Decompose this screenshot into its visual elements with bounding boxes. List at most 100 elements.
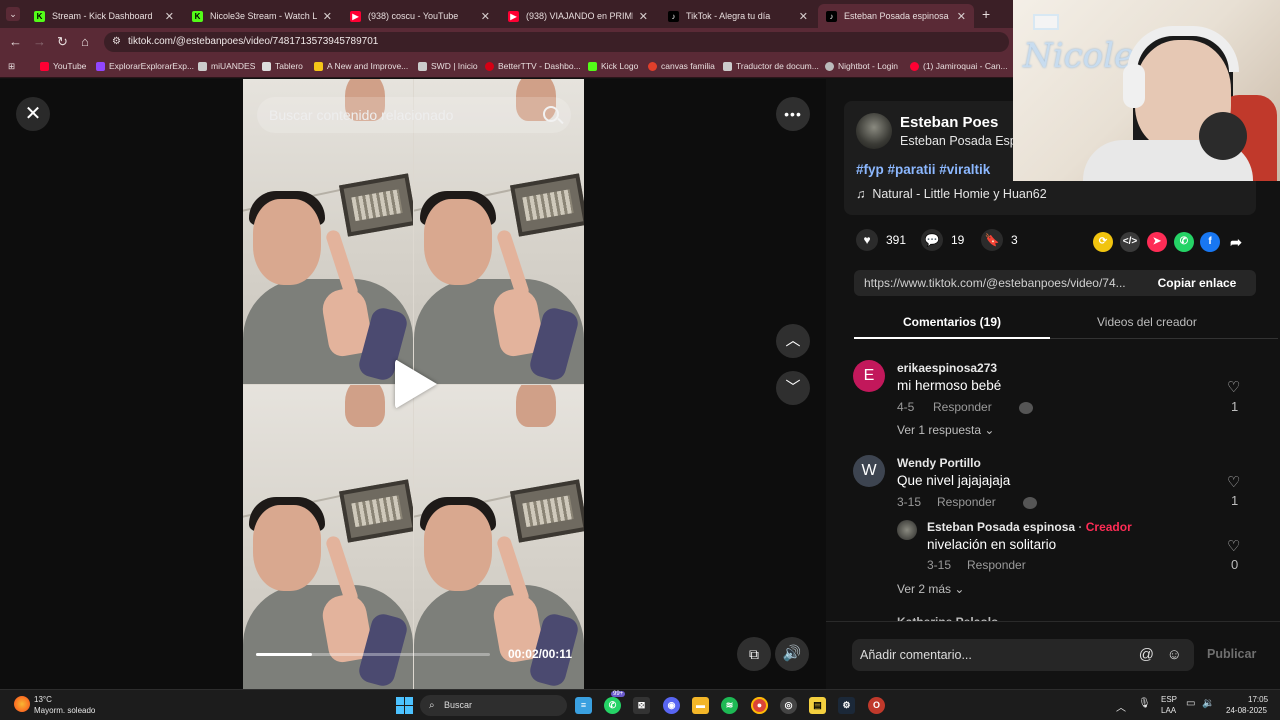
reload-icon[interactable]: ↻ [57, 34, 68, 50]
reply-button[interactable]: Responder [933, 400, 992, 414]
bookmark-swd[interactable]: SWD | Inicio [418, 61, 478, 71]
volume-icon[interactable]: 🔉 [1202, 698, 1214, 709]
language-code[interactable]: ESP [1161, 695, 1177, 704]
commenter-avatar[interactable]: W [853, 455, 885, 487]
discord-icon[interactable]: ◉ [663, 697, 680, 714]
reply-button[interactable]: Responder [967, 558, 1026, 572]
whatsapp-icon[interactable]: ✆ [604, 697, 621, 714]
clock-time[interactable]: 17:05 [1248, 695, 1268, 704]
clock-date[interactable]: 24-08-2025 [1226, 706, 1267, 715]
comment-username[interactable]: erikaespinosa273 [897, 361, 997, 375]
more-options-icon[interactable]: ••• [776, 97, 810, 131]
video-player[interactable]: Buscar contenido relacionado 00:02/00:11 [243, 79, 584, 689]
tab-tiktok-video[interactable]: ♪ Esteban Posada espinosa (@✕ [818, 4, 974, 28]
taskbar-search[interactable]: ⌕ Buscar [420, 695, 567, 716]
emoji-icon[interactable]: ☺ [1167, 639, 1182, 671]
reply-username[interactable]: Esteban Posada espinosa · Creador [927, 520, 1132, 534]
site-info-icon[interactable]: ⚙ [112, 32, 121, 52]
comment-username[interactable]: Wendy Portillo [897, 456, 981, 470]
mention-icon[interactable]: @ [1139, 639, 1154, 671]
tab-nicole-stream[interactable]: K Nicole3e Stream - Watch Live o✕ [184, 4, 340, 28]
tab-search-icon[interactable]: ⌄ [6, 7, 20, 21]
close-tab-icon[interactable]: ✕ [165, 10, 174, 23]
close-icon[interactable]: ✕ [16, 97, 50, 131]
bookmark-miuandes[interactable]: miUANDES [198, 61, 255, 71]
facebook-icon[interactable]: f [1200, 232, 1220, 252]
new-tab-button[interactable]: + [982, 6, 990, 22]
play-icon[interactable] [395, 359, 437, 409]
video-link[interactable]: https://www.tiktok.com/@estebanpoes/vide… [864, 276, 1136, 290]
home-icon[interactable]: ⌂ [81, 34, 89, 49]
weather-icon[interactable] [14, 696, 30, 712]
bookmark-new-improved[interactable]: A New and Improve... [314, 61, 408, 71]
start-icon[interactable] [396, 697, 413, 714]
send-icon[interactable]: ➤ [1147, 232, 1167, 252]
save-stat[interactable]: 🔖 3 [981, 229, 1018, 251]
author-avatar[interactable] [856, 113, 892, 149]
commenter-avatar[interactable]: E [853, 360, 885, 392]
author-name[interactable]: Esteban Poes [900, 114, 998, 131]
close-tab-icon[interactable]: ✕ [323, 10, 332, 23]
post-button[interactable]: Publicar [1207, 647, 1256, 661]
mic-icon[interactable]: 🎙 [1138, 698, 1151, 709]
bookmark-canvas[interactable]: canvas familia [648, 61, 715, 71]
tab-comments[interactable]: Comentarios (19) [903, 315, 1001, 329]
back-icon[interactable]: ← [9, 34, 22, 49]
obs-icon[interactable]: ◎ [780, 697, 797, 714]
video-progress-bar[interactable] [256, 653, 490, 656]
previous-video-icon[interactable]: ︿ [776, 324, 810, 358]
floating-player-icon[interactable]: ⧉ [737, 637, 771, 671]
close-tab-icon[interactable]: ✕ [481, 10, 490, 23]
forward-icon[interactable]: → [33, 34, 46, 49]
opera-icon[interactable]: O [868, 697, 885, 714]
close-tab-icon[interactable]: ✕ [799, 10, 808, 23]
volume-icon[interactable]: 🔊 [775, 637, 809, 671]
bookmark-explorar[interactable]: ExplorarExplorarExp... [96, 61, 194, 71]
reply-avatar[interactable] [897, 520, 917, 540]
comment-input[interactable]: Añadir comentario... @ ☺ [852, 639, 1194, 671]
notepad-icon[interactable]: ≡ [575, 697, 592, 714]
copy-link-button[interactable]: Copiar enlace [1138, 270, 1256, 296]
author-handle[interactable]: Esteban Posada Espin [900, 134, 1026, 148]
related-search-input[interactable]: Buscar contenido relacionado [257, 97, 571, 133]
comment-stat[interactable]: 💬 19 [921, 229, 964, 251]
bookmark-betterttv[interactable]: BetterTTV - Dashbo... [485, 61, 581, 71]
next-video-icon[interactable]: ﹀ [776, 371, 810, 405]
tab-creator-videos[interactable]: Videos del creador [1097, 315, 1197, 329]
bookmark-kick-logo[interactable]: Kick Logo [588, 61, 638, 71]
whatsapp-icon[interactable]: ✆ [1174, 232, 1194, 252]
view-replies-button[interactable]: Ver 1 respuesta ⌄ [897, 423, 994, 437]
bookmark-tablero[interactable]: Tablero [262, 61, 303, 71]
tab-kick-dashboard[interactable]: K Stream - Kick Dashboard ✕ [26, 4, 182, 28]
tab-tiktok-home[interactable]: ♪ TikTok - Alegra tu día ✕ [660, 4, 816, 28]
reply-button[interactable]: Responder [937, 495, 996, 509]
steam-icon[interactable]: ⚙ [838, 697, 855, 714]
tab-viajando-youtube[interactable]: ▶ (938) VIAJANDO en PRIMERA C✕ [500, 4, 656, 28]
search-icon[interactable] [543, 106, 559, 122]
tray-chevron-icon[interactable]: ︿ [1116, 699, 1126, 714]
xbox-icon[interactable]: ⊠ [633, 697, 650, 714]
hashtags[interactable]: #fyp #paratii #viraltik [856, 162, 990, 177]
view-more-replies-button[interactable]: Ver 2 más ⌄ [897, 582, 964, 596]
apps-icon[interactable]: ⊞ [8, 61, 15, 72]
repost-icon[interactable]: ⟳ [1093, 232, 1113, 252]
spotify-icon[interactable]: ≋ [721, 697, 738, 714]
bookmark-jamiroquai[interactable]: (1) Jamiroquai - Can... [910, 61, 1008, 71]
comment-like-icon[interactable]: ♡ [1227, 378, 1240, 396]
language-layout[interactable]: LAA [1161, 706, 1176, 715]
folder-icon[interactable]: ▬ [692, 697, 709, 714]
music-info[interactable]: ♫ Natural - Little Homie y Huan62 [856, 187, 1047, 201]
tab-coscu-youtube[interactable]: ▶ (938) coscu - YouTube ✕ [342, 4, 498, 28]
reply-like-icon[interactable]: ♡ [1227, 537, 1240, 555]
network-icon[interactable]: ▭ [1186, 698, 1195, 709]
bookmark-traductor[interactable]: Traductor de docum... [723, 61, 819, 71]
share-icon[interactable]: ➦ [1226, 232, 1246, 252]
bookmark-nightbot[interactable]: Nightbot - Login [825, 61, 898, 71]
close-tab-icon[interactable]: ✕ [957, 10, 966, 23]
embed-icon[interactable]: </> [1120, 232, 1140, 252]
comment-like-icon[interactable]: ♡ [1227, 473, 1240, 491]
chrome-icon[interactable]: ● [751, 697, 768, 714]
sticky-notes-icon[interactable]: ▤ [809, 697, 826, 714]
close-tab-icon[interactable]: ✕ [639, 10, 648, 23]
bookmark-youtube[interactable]: YouTube [40, 61, 86, 71]
